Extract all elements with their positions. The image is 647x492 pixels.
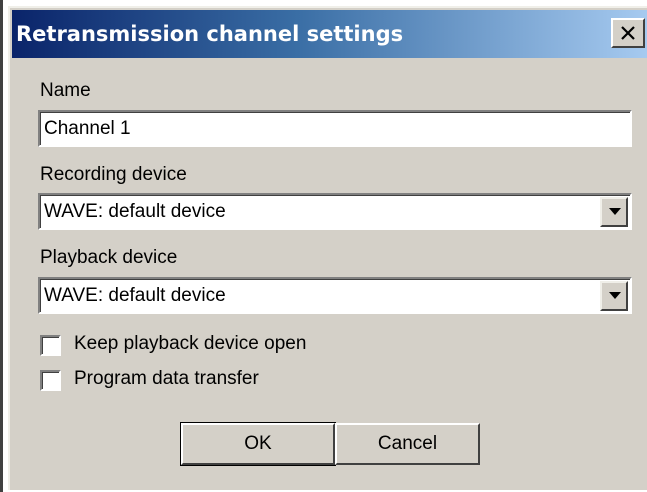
playback-device-value: WAVE: default device [44, 285, 226, 306]
close-icon [621, 26, 635, 40]
playback-device-label: Playback device [40, 247, 178, 268]
keep-open-checkbox[interactable] [40, 335, 61, 356]
program-data-checkbox[interactable] [40, 370, 61, 391]
recording-device-value: WAVE: default device [44, 201, 226, 222]
name-input[interactable]: Channel 1 [38, 110, 632, 147]
name-label: Name [40, 80, 91, 101]
keep-open-label[interactable]: Keep playback device open [74, 333, 306, 355]
playback-device-dropdown-button[interactable] [600, 281, 628, 311]
recording-device-select[interactable]: WAVE: default device [38, 193, 632, 230]
ok-button[interactable]: OK [180, 422, 336, 466]
recording-device-label: Recording device [40, 164, 187, 185]
close-button[interactable] [611, 18, 645, 48]
chevron-down-icon [609, 292, 621, 299]
cancel-button[interactable]: Cancel [335, 423, 480, 465]
program-data-label[interactable]: Program data transfer [74, 368, 259, 390]
name-input-value: Channel 1 [44, 118, 131, 139]
playback-device-select[interactable]: WAVE: default device [38, 277, 632, 314]
title-bar[interactable]: Retransmission channel settings [12, 10, 647, 58]
window-title: Retransmission channel settings [16, 22, 404, 46]
settings-dialog: Retransmission channel settings Name Cha… [0, 0, 647, 492]
chevron-down-icon [609, 208, 621, 215]
recording-device-dropdown-button[interactable] [600, 197, 628, 227]
